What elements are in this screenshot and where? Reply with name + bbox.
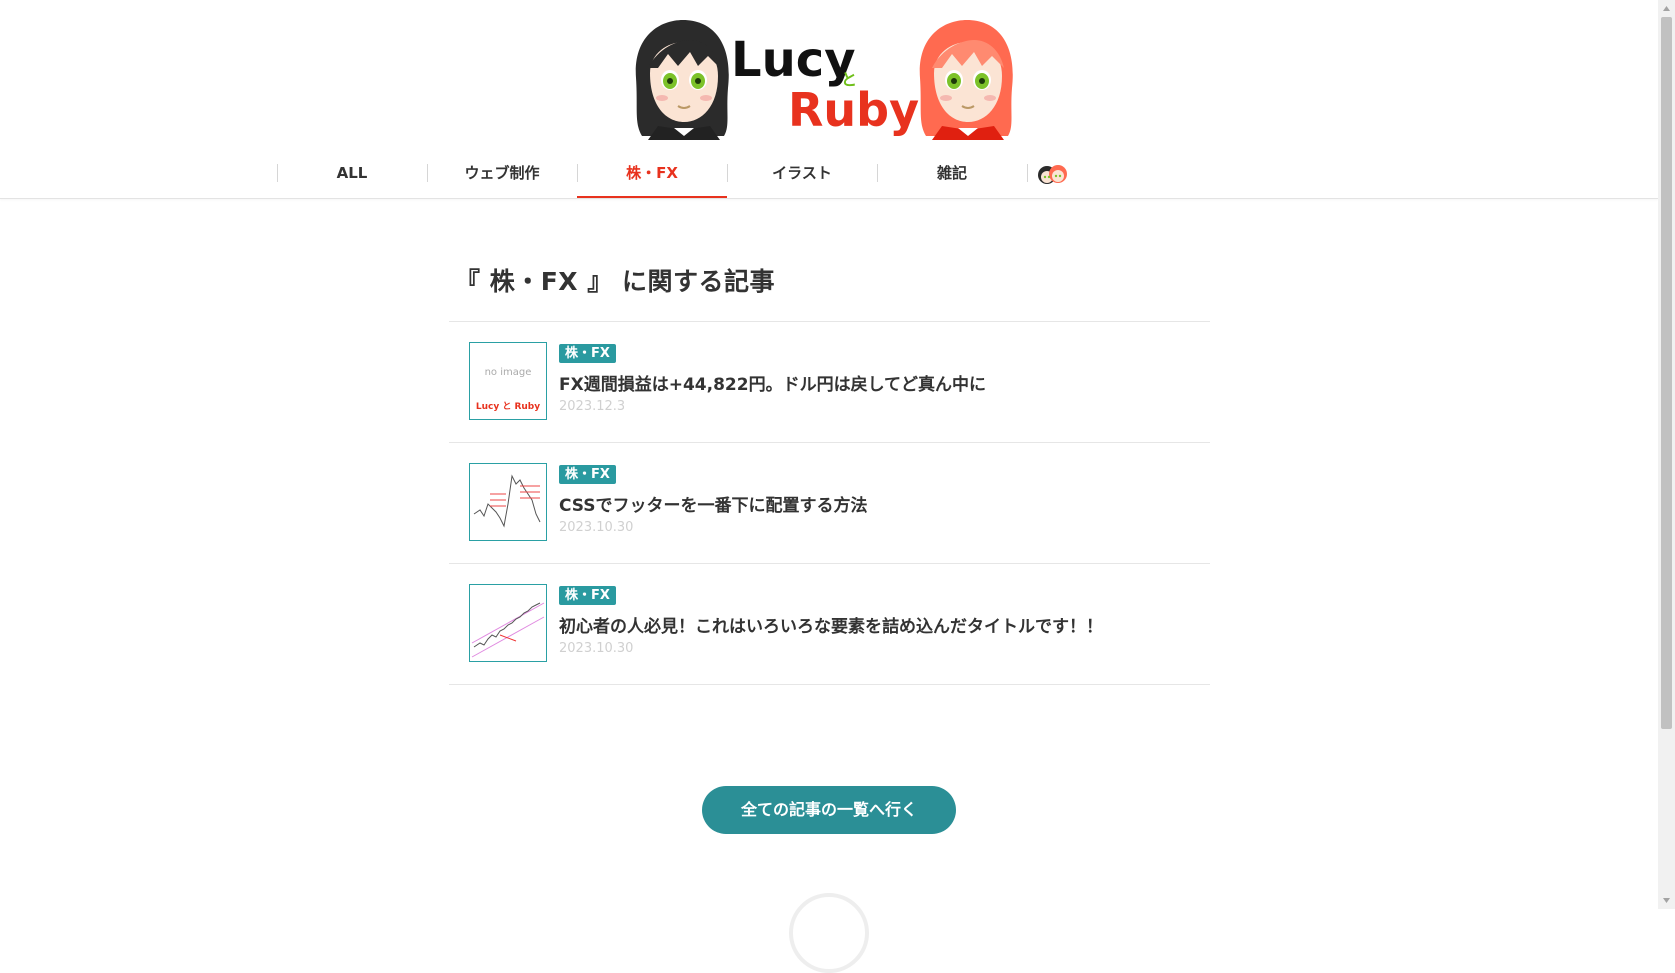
nav-item-misc[interactable]: 雑記	[877, 158, 1027, 198]
article-thumbnail: no image Lucy と Ruby	[469, 342, 547, 420]
category-tag[interactable]: 株・FX	[559, 465, 616, 484]
article-title[interactable]: FX週間損益は+44,822円。ドル円は戻してど真ん中に	[559, 370, 986, 395]
article-row[interactable]: no image Lucy と Ruby 株・FX FX週間損益は+44,822…	[449, 322, 1210, 443]
trend-chart-thumbnail-icon	[471, 602, 545, 658]
article-date: 2023.10.30	[559, 520, 634, 535]
article-date: 2023.10.30	[559, 641, 634, 656]
site-logo[interactable]: Lucy と Ruby	[628, 18, 1028, 140]
nav-item-all[interactable]: ALL	[277, 158, 427, 198]
article-date: 2023.12.3	[559, 399, 626, 414]
site-header: Lucy と Ruby ALL ウェブ制作 株・FX イラスト 雑記	[0, 0, 1658, 199]
lucy-ruby-avatar-icon	[1038, 165, 1067, 184]
nav-item-web[interactable]: ウェブ制作	[427, 158, 577, 198]
svg-text:Ruby: Ruby	[788, 83, 919, 137]
footer-avatar-circle	[789, 893, 869, 973]
category-tag[interactable]: 株・FX	[559, 344, 616, 363]
category-nav: ALL ウェブ制作 株・FX イラスト 雑記	[277, 158, 1077, 198]
vertical-scrollbar[interactable]	[1658, 0, 1675, 909]
category-tag[interactable]: 株・FX	[559, 586, 616, 605]
nav-item-illustration[interactable]: イラスト	[727, 158, 877, 198]
no-image-label: no image	[484, 367, 532, 378]
scroll-down-arrow-icon[interactable]	[1658, 892, 1675, 909]
article-thumbnail	[469, 584, 547, 662]
lucy-character-icon	[635, 20, 729, 140]
article-title[interactable]: CSSでフッターを一番下に配置する方法	[559, 491, 868, 516]
nav-item-stock-fx[interactable]: 株・FX	[577, 158, 727, 198]
page-title: 『 株・FX 』 に関する記事	[455, 267, 775, 296]
all-articles-button[interactable]: 全ての記事の一覧へ行く	[702, 786, 956, 834]
svg-text:Lucy: Lucy	[731, 32, 856, 88]
article-title[interactable]: 初心者の人必見！これはいろいろな要素を詰め込んだタイトルです！！	[559, 612, 1103, 637]
scrollbar-thumb[interactable]	[1661, 17, 1672, 729]
thumbnail-logo: Lucy と Ruby	[475, 402, 541, 412]
nav-item-profile[interactable]	[1027, 158, 1077, 198]
article-row[interactable]: 株・FX CSSでフッターを一番下に配置する方法 2023.10.30	[449, 443, 1210, 564]
scroll-up-arrow-icon[interactable]	[1658, 0, 1675, 17]
fx-chart-thumbnail-icon	[473, 474, 541, 528]
article-list: no image Lucy と Ruby 株・FX FX週間損益は+44,822…	[449, 321, 1210, 685]
article-row[interactable]: 株・FX 初心者の人必見！これはいろいろな要素を詰め込んだタイトルです！！ 20…	[449, 564, 1210, 685]
article-thumbnail	[469, 463, 547, 541]
ruby-character-icon	[919, 20, 1013, 140]
